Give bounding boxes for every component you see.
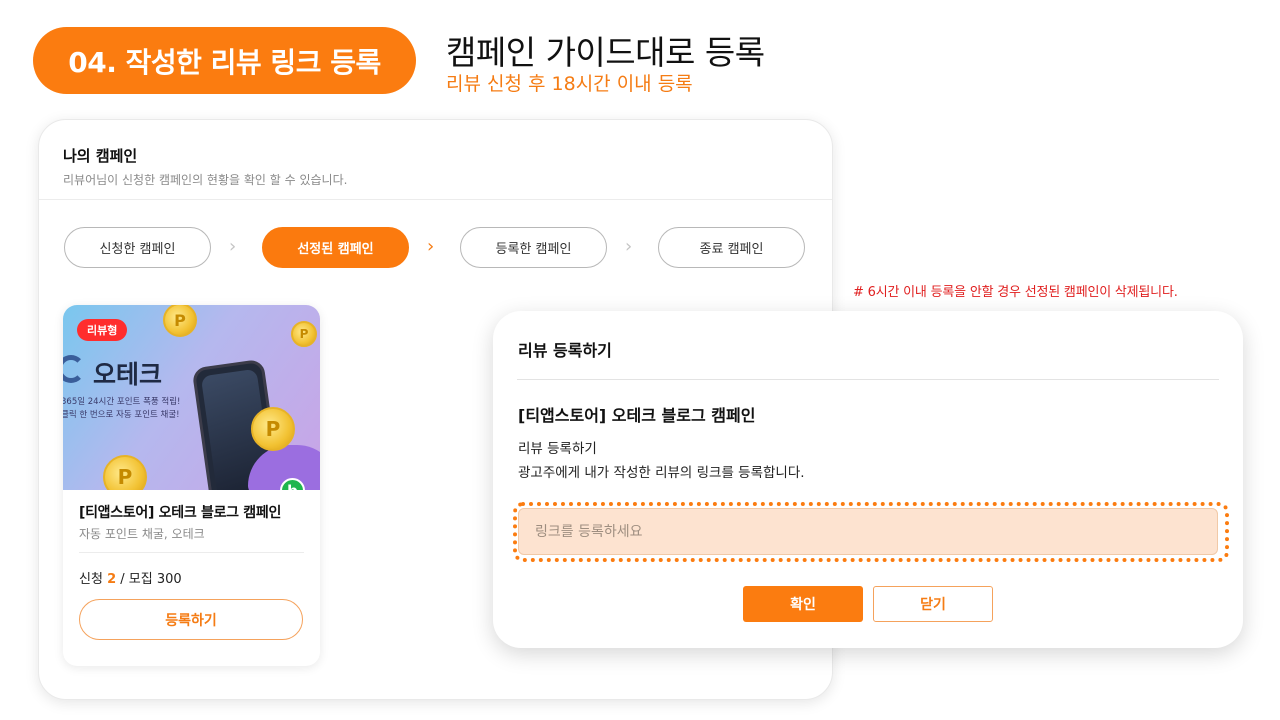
my-campaign-description: 리뷰어님이 신청한 캠페인의 현황을 확인 할 수 있습니다.: [63, 173, 348, 187]
page-subtitle: 리뷰 신청 후 18시간 이내 등록: [446, 73, 693, 95]
modal-divider: [517, 379, 1219, 380]
applied-number: 2: [107, 572, 117, 587]
modal-campaign-name: [티앱스토어] 오테크 블로그 캠페인: [518, 406, 756, 425]
chevron-right-icon: ›: [427, 236, 435, 257]
coin-icon: P: [291, 321, 317, 347]
panel-divider: [39, 199, 832, 200]
modal-line-1: 리뷰 등록하기: [518, 441, 597, 457]
coin-icon: P: [163, 305, 197, 337]
coin-icon: P: [103, 455, 147, 490]
promo-line: 클릭 한 번으로 자동 포인트 채굴!: [63, 410, 180, 420]
tab-registered-campaign[interactable]: 등록한 캠페인: [460, 227, 607, 268]
otech-logo-icon: [63, 355, 85, 383]
review-type-badge: 리뷰형: [77, 319, 128, 341]
register-button[interactable]: 등록하기: [79, 599, 303, 640]
confirm-button[interactable]: 확인: [743, 586, 863, 622]
modal-title: 리뷰 등록하기: [518, 341, 612, 360]
close-button[interactable]: 닫기: [873, 586, 993, 622]
warning-note: # 6시간 이내 등록을 안할 경우 선정된 캠페인이 삭제됩니다.: [853, 285, 1178, 300]
promo-line: 365일 24시간 포인트 폭풍 적립!: [63, 397, 181, 407]
page-title: 캠페인 가이드대로 등록: [446, 33, 765, 72]
modal-line-2: 광고주에게 내가 작성한 리뷰의 링크를 등록합니다.: [518, 465, 805, 481]
tab-ended-campaign[interactable]: 종료 캠페인: [658, 227, 805, 268]
review-link-input[interactable]: [518, 508, 1218, 555]
count-prefix: 신청: [79, 572, 103, 587]
campaign-thumbnail[interactable]: P P 리뷰형 오테크 365일 24시간 포인트 폭풍 적립! 클릭 한 번으…: [63, 305, 320, 490]
chevron-right-icon: ›: [625, 236, 633, 257]
chevron-right-icon: ›: [229, 236, 237, 257]
count-suffix: / 모집 300: [120, 572, 182, 587]
tab-applied-campaign[interactable]: 신청한 캠페인: [64, 227, 211, 268]
review-register-modal: 리뷰 등록하기 [티앱스토어] 오테크 블로그 캠페인 리뷰 등록하기 광고주에…: [493, 311, 1243, 648]
campaign-card[interactable]: P P 리뷰형 오테크 365일 24시간 포인트 폭풍 적립! 클릭 한 번으…: [63, 305, 320, 666]
step-title-pill: 04. 작성한 리뷰 링크 등록: [33, 27, 416, 94]
card-divider: [79, 552, 304, 553]
tab-selected-campaign[interactable]: 선정된 캠페인: [262, 227, 409, 268]
campaign-name: [티앱스토어] 오테크 블로그 캠페인: [79, 505, 282, 521]
applicant-count: 신청 2 / 모집 300: [79, 568, 182, 587]
campaign-tags: 자동 포인트 채굴, 오테크: [79, 527, 205, 541]
my-campaign-title: 나의 캠페인: [63, 147, 138, 165]
coin-icon: P: [251, 407, 295, 451]
brand-name: 오테크: [93, 360, 163, 389]
